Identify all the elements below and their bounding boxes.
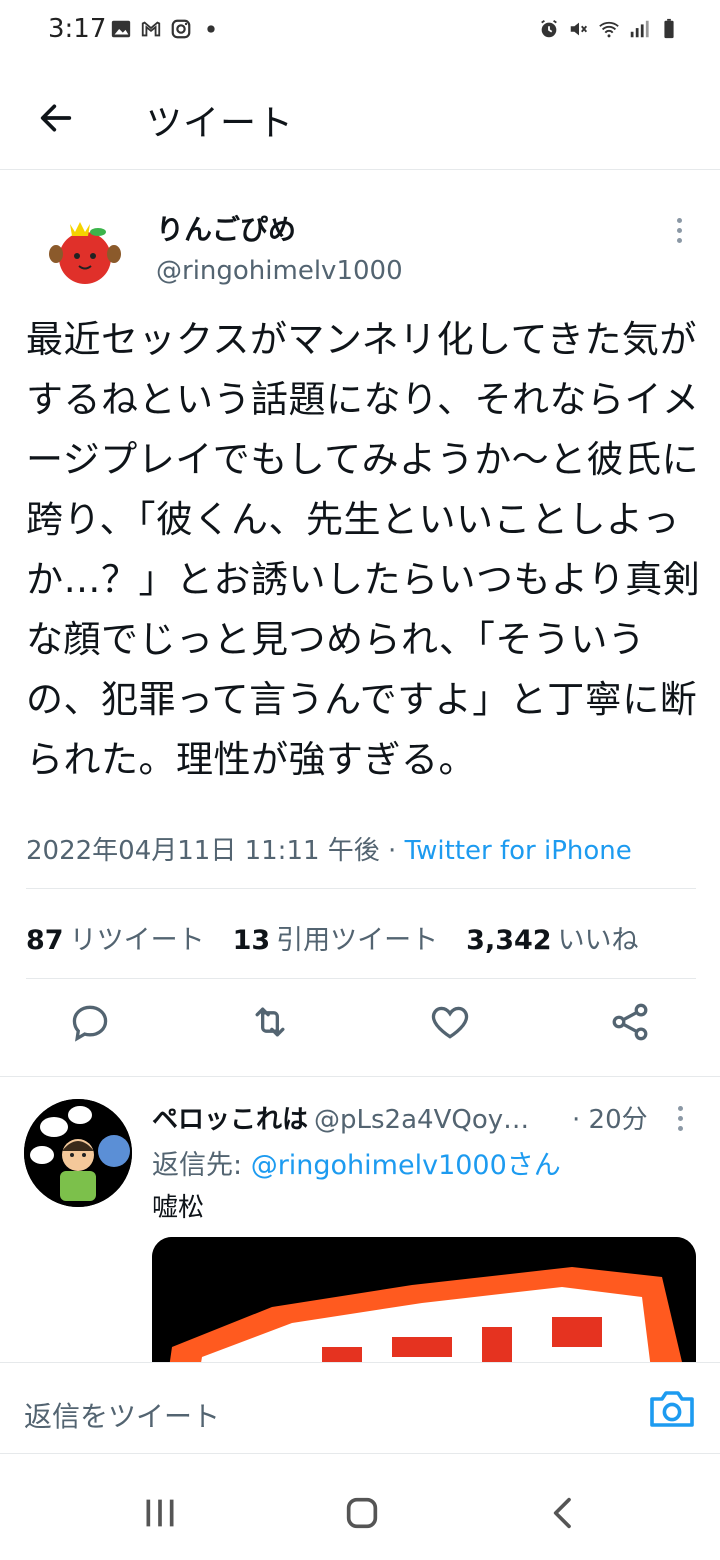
author-handle[interactable]: @ringohimelv1000	[156, 256, 403, 286]
reply-media[interactable]	[152, 1237, 696, 1362]
camera-icon[interactable]	[648, 1389, 696, 1429]
more-dot	[676, 237, 682, 243]
likes-label: いいね	[557, 925, 639, 956]
more-dot	[677, 1105, 683, 1111]
reply-time: · 20分	[572, 1105, 648, 1135]
author-name[interactable]: りんごぴめ	[156, 208, 296, 248]
retweet-icon[interactable]	[248, 1000, 292, 1044]
tweet-timestamp[interactable]: 2022年04月11日 11:11 午後	[26, 836, 380, 866]
tweet-text: 最近セックスがマンネリ化してきた気がするねという話題になり、それならイメージプレ…	[26, 318, 701, 781]
reply-to-label: 返信先:	[152, 1150, 251, 1181]
more-options-button[interactable]	[664, 210, 694, 250]
meta-separator: ·	[379, 836, 405, 866]
share-icon[interactable]	[608, 1000, 652, 1044]
status-time: 3:17	[48, 14, 107, 44]
wifi-icon	[599, 21, 619, 38]
system-nav-bar	[0, 1455, 720, 1560]
reply-author-name[interactable]: ペロッこれは	[152, 1105, 308, 1135]
quotes-label: 引用ツイート	[276, 925, 439, 956]
divider	[26, 888, 696, 889]
arrow-left-icon	[40, 104, 72, 132]
gmail-icon	[141, 21, 161, 37]
reply-input-placeholder[interactable]: 返信をツイート	[24, 1395, 220, 1435]
tweet-actions	[0, 1000, 720, 1060]
more-dot	[676, 227, 682, 233]
dot-icon	[207, 25, 215, 33]
tweet-meta: 2022年04月11日 11:11 午後 · Twitter for iPhon…	[26, 830, 632, 867]
avatar[interactable]	[40, 206, 130, 296]
recent-apps-icon[interactable]	[140, 1493, 180, 1533]
reply-tweet[interactable]: ペロッこれは @pLs2a4VQoy… · 20分 返信先: @ringohime…	[0, 1077, 720, 1362]
quotes-stat[interactable]: 13 引用ツイート	[233, 918, 439, 957]
reply-media-image	[152, 1237, 696, 1362]
page-title: ツイート	[146, 103, 295, 144]
like-icon[interactable]	[428, 1000, 472, 1044]
quotes-count: 13	[232, 925, 271, 956]
more-dot	[677, 1125, 683, 1131]
more-dot	[677, 1115, 683, 1121]
signal-icon	[630, 20, 649, 38]
reply-avatar-image	[24, 1099, 132, 1207]
retweets-stat[interactable]: 87 リツイート	[26, 918, 205, 957]
battery-icon	[664, 18, 674, 39]
retweets-count: 87	[26, 925, 64, 956]
instagram-icon	[171, 19, 191, 39]
reply-to: 返信先: @ringohimelv1000さん	[152, 1143, 561, 1182]
more-dot	[676, 217, 682, 223]
status-bar: 3:17	[0, 0, 720, 60]
divider	[26, 978, 696, 979]
mute-icon	[570, 22, 588, 36]
tweet-source[interactable]: Twitter for iPhone	[405, 836, 632, 866]
reply-composer[interactable]: 返信をツイート	[0, 1362, 720, 1454]
reply-text: 嘘松	[152, 1193, 205, 1223]
back-nav-icon[interactable]	[544, 1493, 584, 1533]
reply-to-handle[interactable]: @ringohimelv1000さん	[251, 1150, 561, 1181]
likes-count: 3,342	[466, 925, 552, 956]
tweet-stats: 87 リツイート 13 引用ツイート 3,342 いいね	[26, 918, 639, 957]
back-button[interactable]	[30, 92, 82, 144]
retweets-label: リツイート	[69, 925, 205, 956]
likes-stat[interactable]: 3,342 いいね	[466, 918, 638, 957]
status-left-icons	[110, 18, 222, 40]
reply-more-button[interactable]	[666, 1103, 694, 1133]
main-tweet: りんごぴめ @ringohimelv1000 最近セックスがマンネリ化してきた気…	[0, 170, 720, 1076]
image-icon	[111, 20, 131, 38]
home-icon[interactable]	[342, 1493, 382, 1533]
reply-avatar[interactable]	[24, 1099, 132, 1207]
reply-icon[interactable]	[68, 1000, 112, 1044]
reply-author-handle[interactable]: @pLs2a4VQoy…	[314, 1105, 529, 1135]
status-right-icons	[538, 18, 680, 40]
alarm-icon	[541, 19, 557, 38]
app-header: ツイート	[0, 60, 720, 170]
